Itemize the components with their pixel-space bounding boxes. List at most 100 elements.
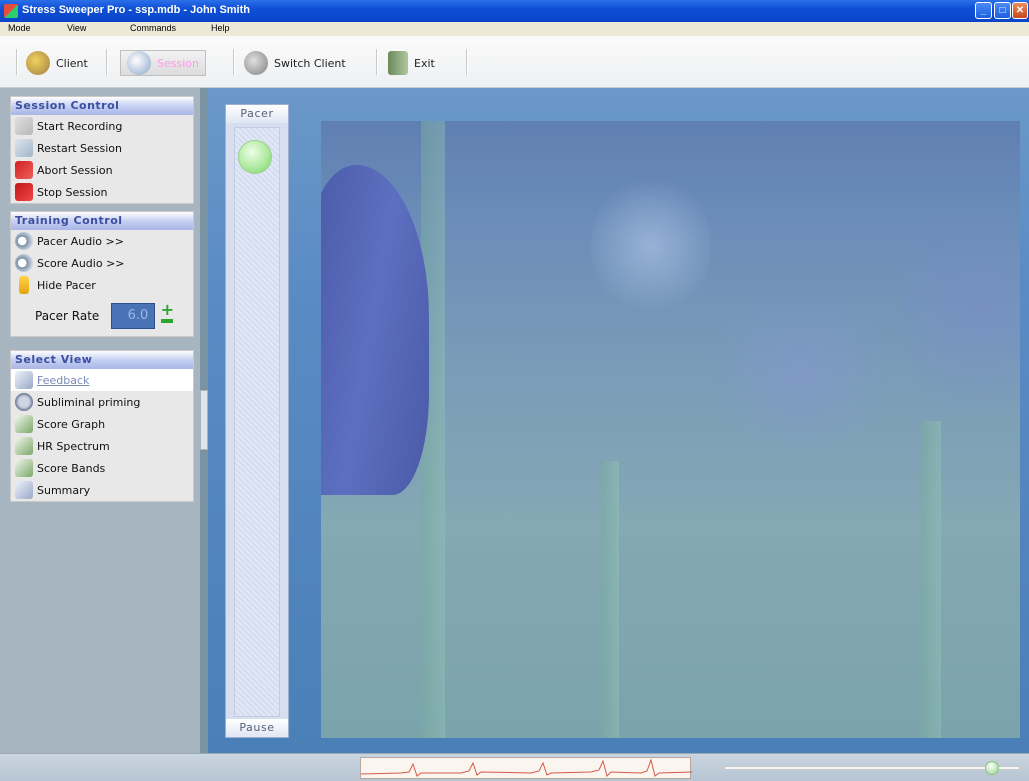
session-button[interactable]: Session xyxy=(120,50,206,76)
window-title: Stress Sweeper Pro - ssp.mdb - John Smit… xyxy=(22,4,250,16)
session-label: Session xyxy=(157,56,199,70)
volume-slider-track[interactable] xyxy=(724,766,1020,770)
audio-icon xyxy=(15,232,33,250)
exit-door-icon xyxy=(388,51,408,75)
menu-help[interactable]: Help xyxy=(211,23,230,33)
ecg-line xyxy=(361,758,692,777)
item-label: Stop Session xyxy=(37,185,108,199)
pacer-track xyxy=(234,127,280,717)
view-feedback-item[interactable]: Feedback xyxy=(11,369,193,391)
pacer-rate-row: Pacer Rate 6.0 + xyxy=(11,296,193,336)
pacer-rate-stepper[interactable]: + xyxy=(159,302,175,329)
toolbar-separator xyxy=(376,49,378,75)
title-bar: Stress Sweeper Pro - ssp.mdb - John Smit… xyxy=(0,0,1029,22)
minimize-button[interactable]: _ xyxy=(975,2,992,19)
record-icon xyxy=(15,117,33,135)
background-blur xyxy=(701,291,901,451)
item-label: Score Bands xyxy=(37,461,106,475)
switch-client-button[interactable]: Switch Client xyxy=(244,50,346,76)
status-bar xyxy=(0,753,1029,781)
toolbar-separator xyxy=(466,49,468,75)
hide-pacer-item[interactable]: Hide Pacer xyxy=(11,274,193,296)
minus-icon[interactable] xyxy=(161,319,174,323)
menu-commands[interactable]: Commands xyxy=(130,23,176,33)
pacer-rate-value[interactable]: 6.0 xyxy=(111,303,156,329)
item-label: Score Audio >> xyxy=(37,256,125,270)
select-view-section: Select View Feedback Subliminal priming … xyxy=(10,350,194,502)
background-blur xyxy=(591,171,711,321)
pause-button[interactable]: Pause xyxy=(226,719,288,737)
pacer-rate-label: Pacer Rate xyxy=(35,309,100,323)
spectrum-icon xyxy=(15,437,33,455)
start-recording-item[interactable]: Start Recording xyxy=(11,115,193,137)
item-label: Score Graph xyxy=(37,417,106,431)
restart-icon xyxy=(15,139,33,157)
tulip-shape xyxy=(321,165,429,495)
section-header: Select View xyxy=(11,351,193,369)
view-score-bands-item[interactable]: Score Bands xyxy=(11,457,193,479)
item-label: HR Spectrum xyxy=(37,439,110,453)
stop-session-item[interactable]: Stop Session xyxy=(11,181,193,203)
pacer-icon xyxy=(19,276,29,294)
panel-collapse-handle[interactable] xyxy=(200,390,208,450)
training-control-section: Training Control Pacer Audio >> Score Au… xyxy=(10,211,194,337)
score-audio-item[interactable]: Score Audio >> xyxy=(11,252,193,274)
section-header: Session Control xyxy=(11,97,193,115)
item-label: Restart Session xyxy=(37,141,123,155)
section-header: Training Control xyxy=(11,212,193,230)
session-control-section: Session Control Start Recording Restart … xyxy=(10,96,194,204)
feedback-icon xyxy=(15,371,33,389)
toolbar: Client Session Switch Client Exit xyxy=(0,36,1029,88)
menu-view[interactable]: View xyxy=(67,23,86,33)
client-icon xyxy=(26,51,50,75)
background-blur xyxy=(901,181,1020,441)
priming-icon xyxy=(15,393,33,411)
ecg-waveform-svg xyxy=(361,758,692,777)
bands-icon xyxy=(15,459,33,477)
client-button[interactable]: Client xyxy=(26,50,88,76)
feedback-image xyxy=(321,121,1020,738)
item-label: Feedback xyxy=(37,373,90,387)
toolbar-separator xyxy=(233,49,235,75)
session-icon xyxy=(127,51,151,75)
item-label: Pacer Audio >> xyxy=(37,234,124,248)
pacer-panel: Pacer Pause xyxy=(225,104,289,738)
exit-label: Exit xyxy=(414,56,435,70)
item-label: Start Recording xyxy=(37,119,123,133)
switch-client-label: Switch Client xyxy=(274,56,346,70)
item-label: Hide Pacer xyxy=(37,278,96,292)
pacer-ball xyxy=(238,140,272,174)
stem-shape xyxy=(921,421,941,738)
graph-icon xyxy=(15,415,33,433)
close-button[interactable]: ✕ xyxy=(1012,2,1028,19)
app-icon xyxy=(4,4,18,18)
restart-session-item[interactable]: Restart Session xyxy=(11,137,193,159)
ecg-waveform xyxy=(360,757,692,779)
toolbar-separator xyxy=(16,49,18,75)
view-subliminal-priming-item[interactable]: Subliminal priming xyxy=(11,391,193,413)
toolbar-separator xyxy=(106,49,108,75)
client-label: Client xyxy=(56,56,88,70)
item-label: Subliminal priming xyxy=(37,395,141,409)
pacer-audio-item[interactable]: Pacer Audio >> xyxy=(11,230,193,252)
summary-icon xyxy=(15,481,33,499)
item-label: Summary xyxy=(37,483,91,497)
volume-slider-thumb[interactable] xyxy=(985,761,999,775)
plus-icon[interactable]: + xyxy=(159,302,175,318)
pacer-title: Pacer xyxy=(226,105,288,123)
abort-icon xyxy=(15,161,33,179)
item-label: Abort Session xyxy=(37,163,113,177)
menu-bar: Mode View Commands Help xyxy=(0,22,1029,36)
exit-button[interactable]: Exit xyxy=(388,50,435,76)
view-hr-spectrum-item[interactable]: HR Spectrum xyxy=(11,435,193,457)
view-summary-item[interactable]: Summary xyxy=(11,479,193,501)
menu-mode[interactable]: Mode xyxy=(8,23,31,33)
abort-session-item[interactable]: Abort Session xyxy=(11,159,193,181)
left-panel: Session Control Start Recording Restart … xyxy=(0,88,200,753)
audio-icon xyxy=(15,254,33,272)
maximize-button[interactable]: □ xyxy=(994,2,1011,19)
stop-icon xyxy=(15,183,33,201)
stem-shape xyxy=(601,461,619,738)
switch-client-icon xyxy=(244,51,268,75)
view-score-graph-item[interactable]: Score Graph xyxy=(11,413,193,435)
